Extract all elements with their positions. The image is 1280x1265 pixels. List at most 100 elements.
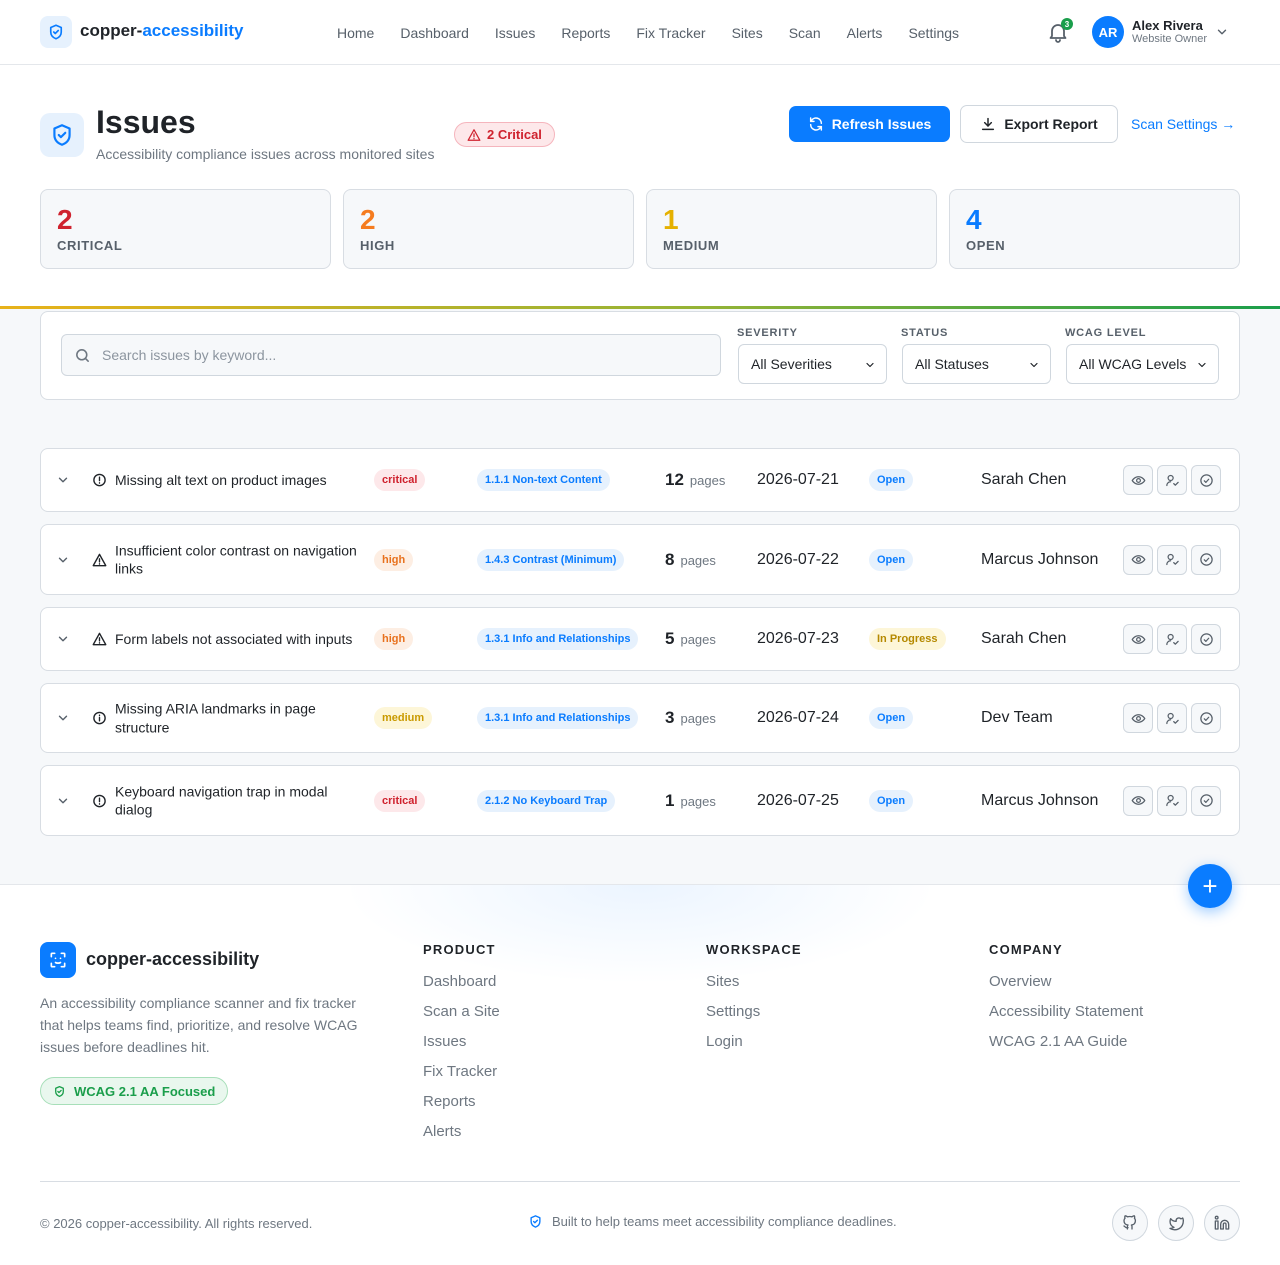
footer-link-dashboard[interactable]: Dashboard <box>423 973 500 1003</box>
issue-row[interactable]: Insufficient color contrast on navigatio… <box>40 524 1240 595</box>
affected-pages-count: 5 <box>665 629 675 648</box>
resolve-check-icon[interactable] <box>1191 785 1221 816</box>
download-icon <box>980 116 996 132</box>
scan-frame-logo-icon[interactable] <box>40 942 76 978</box>
footer-link-alerts[interactable]: Alerts <box>423 1123 500 1153</box>
footer-link-issues[interactable]: Issues <box>423 1033 500 1063</box>
footer-link-accessibility-statement[interactable]: Accessibility Statement <box>989 1003 1143 1033</box>
stat-card-open[interactable]: 4 OPEN <box>949 189 1240 269</box>
github-icon[interactable] <box>1112 1205 1148 1241</box>
avatar[interactable]: AR <box>1092 16 1124 48</box>
issue-title[interactable]: Insufficient color contrast on navigatio… <box>115 541 365 578</box>
wcag-level-select[interactable]: All WCAG Levels <box>1066 344 1219 384</box>
wcag-criterion-badge[interactable]: 1.3.1 Info and Relationships <box>477 628 639 650</box>
wcag-criterion-badge[interactable]: 1.4.3 Contrast (Minimum) <box>477 548 625 571</box>
issue-date: 2026-07-22 <box>757 550 839 568</box>
resolve-check-icon[interactable] <box>1191 465 1221 495</box>
nav-reports[interactable]: Reports <box>548 25 623 41</box>
critical-count-badge[interactable]: 2 Critical <box>454 122 555 147</box>
expand-chevron-icon[interactable] <box>56 711 70 725</box>
severity-select-value: All Severities <box>751 356 832 372</box>
filter-panel: SEVERITY All Severities STATUS All Statu… <box>40 311 1240 400</box>
nav-dashboard[interactable]: Dashboard <box>387 25 482 41</box>
issue-title[interactable]: Form labels not associated with inputs <box>115 630 365 649</box>
issue-row[interactable]: Form labels not associated with inputs h… <box>40 607 1240 671</box>
affected-pages-unit: pages <box>680 793 716 809</box>
footer-link-sites[interactable]: Sites <box>706 973 802 1003</box>
view-eye-icon[interactable] <box>1123 544 1153 575</box>
nav-scan[interactable]: Scan <box>776 25 834 41</box>
footer-brand[interactable]: copper-accessibility <box>86 949 259 970</box>
footer-link-settings[interactable]: Settings <box>706 1003 802 1033</box>
expand-chevron-icon[interactable] <box>56 553 70 567</box>
footer-link-wcag-guide[interactable]: WCAG 2.1 AA Guide <box>989 1033 1143 1063</box>
twitter-icon[interactable] <box>1158 1205 1194 1241</box>
footer-link-login[interactable]: Login <box>706 1033 802 1063</box>
scan-settings-link[interactable]: Scan Settings → <box>1131 116 1235 132</box>
view-eye-icon[interactable] <box>1123 624 1153 654</box>
shield-logo-icon[interactable] <box>40 16 72 48</box>
view-eye-icon[interactable] <box>1123 703 1153 733</box>
footer-link-overview[interactable]: Overview <box>989 973 1143 1003</box>
assign-user-icon[interactable] <box>1157 465 1187 495</box>
assign-user-icon[interactable] <box>1157 703 1187 733</box>
nav-sites[interactable]: Sites <box>719 25 776 41</box>
search-input[interactable] <box>102 335 712 375</box>
chevron-down-icon[interactable] <box>1215 25 1229 39</box>
brand-name[interactable]: copper-accessibility <box>80 21 243 41</box>
add-issue-fab-button[interactable]: + <box>1188 864 1232 908</box>
footer-link-fix-tracker[interactable]: Fix Tracker <box>423 1063 500 1093</box>
issue-title[interactable]: Keyboard navigation trap in modal dialog <box>115 782 365 819</box>
linkedin-icon[interactable] <box>1204 1205 1240 1241</box>
shield-check-icon <box>40 113 84 157</box>
nav-issues[interactable]: Issues <box>482 25 548 41</box>
resolve-check-icon[interactable] <box>1191 703 1221 733</box>
chevron-down-icon <box>864 359 876 371</box>
issue-row[interactable]: Missing alt text on product images criti… <box>40 448 1240 512</box>
issue-date: 2026-07-21 <box>757 471 839 488</box>
resolve-check-icon[interactable] <box>1191 544 1221 575</box>
expand-chevron-icon[interactable] <box>56 632 70 646</box>
issue-row[interactable]: Keyboard navigation trap in modal dialog… <box>40 765 1240 836</box>
severity-select[interactable]: All Severities <box>738 344 887 384</box>
user-role: Website Owner <box>1132 33 1207 45</box>
assign-user-icon[interactable] <box>1157 544 1187 575</box>
nav-home[interactable]: Home <box>324 25 387 41</box>
wcag-criterion-badge[interactable]: 1.1.1 Non-text Content <box>477 469 610 491</box>
expand-chevron-icon[interactable] <box>56 473 70 487</box>
search-box[interactable] <box>61 334 721 376</box>
export-report-button[interactable]: Export Report <box>960 105 1118 143</box>
stat-card-critical[interactable]: 2 CRITICAL <box>40 189 331 269</box>
expand-chevron-icon[interactable] <box>56 794 70 808</box>
stat-open-label: OPEN <box>966 238 1006 253</box>
assign-user-icon[interactable] <box>1157 624 1187 654</box>
footer-link-reports[interactable]: Reports <box>423 1093 500 1123</box>
row-actions <box>1123 465 1221 495</box>
assignee-name: Marcus Johnson <box>981 791 1099 809</box>
severity-badge: high <box>374 628 414 650</box>
issue-title[interactable]: Missing alt text on product images <box>115 471 365 490</box>
status-select[interactable]: All Statuses <box>902 344 1051 384</box>
stat-card-medium[interactable]: 1 MEDIUM <box>646 189 937 269</box>
wcag-criterion-badge[interactable]: 1.3.1 Info and Relationships <box>477 707 639 729</box>
footer-link-scan-a-site[interactable]: Scan a Site <box>423 1003 500 1033</box>
issue-row[interactable]: Missing ARIA landmarks in page structure… <box>40 683 1240 753</box>
user-name[interactable]: Alex Rivera <box>1132 18 1203 33</box>
nav-alerts[interactable]: Alerts <box>834 25 896 41</box>
resolve-check-icon[interactable] <box>1191 624 1221 654</box>
issue-title[interactable]: Missing ARIA landmarks in page structure <box>115 700 365 737</box>
footer-workspace-column: WORKSPACE Sites Settings Login <box>706 942 802 1063</box>
nav-fix-tracker[interactable]: Fix Tracker <box>623 25 718 41</box>
view-eye-icon[interactable] <box>1123 465 1153 495</box>
stat-high-label: HIGH <box>360 238 395 253</box>
wcag-focus-badge: WCAG 2.1 AA Focused <box>40 1077 229 1105</box>
assign-user-icon[interactable] <box>1157 785 1187 816</box>
nav-settings[interactable]: Settings <box>895 25 972 41</box>
affected-pages-unit: pages <box>689 473 726 488</box>
refresh-issues-button[interactable]: Refresh Issues <box>789 106 950 142</box>
view-eye-icon[interactable] <box>1123 785 1153 816</box>
stat-card-high[interactable]: 2 HIGH <box>343 189 634 269</box>
footer-description: An accessibility compliance scanner and … <box>40 995 358 1055</box>
wcag-criterion-badge[interactable]: 2.1.2 No Keyboard Trap <box>477 789 616 812</box>
stat-medium-value: 1 <box>663 204 679 235</box>
